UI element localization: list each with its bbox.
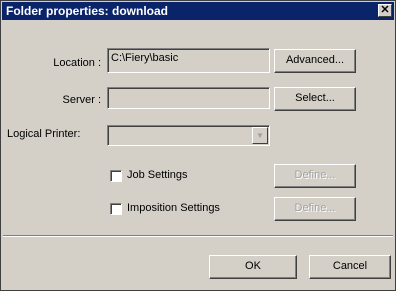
dialog-title: Folder properties: download (6, 4, 169, 18)
close-icon[interactable]: ✕ (378, 4, 392, 17)
cancel-button[interactable]: Cancel (309, 255, 391, 279)
ok-button[interactable]: OK (209, 255, 297, 279)
separator (3, 235, 393, 237)
location-field[interactable]: C:\Fiery\basic (107, 48, 270, 73)
server-field[interactable] (107, 87, 270, 109)
imposition-settings-label: Imposition Settings (127, 202, 220, 214)
folder-properties-dialog: Folder properties: download ✕ Location :… (0, 0, 396, 291)
job-settings-label: Job Settings (127, 169, 188, 181)
location-label: Location : (53, 57, 101, 69)
imposition-settings-checkbox[interactable] (110, 203, 122, 215)
server-label: Server : (62, 94, 101, 106)
job-settings-checkbox[interactable] (110, 170, 122, 182)
select-button[interactable]: Select... (274, 87, 356, 111)
logical-printer-select[interactable]: ▼ (107, 125, 270, 146)
imposition-settings-define-button[interactable]: Define... (274, 197, 356, 221)
logical-printer-label: Logical Printer: (7, 128, 81, 140)
dropdown-arrow-icon[interactable]: ▼ (252, 127, 268, 144)
job-settings-define-button[interactable]: Define... (274, 164, 356, 188)
title-bar: Folder properties: download ✕ (2, 2, 394, 20)
advanced-button[interactable]: Advanced... (274, 49, 356, 73)
